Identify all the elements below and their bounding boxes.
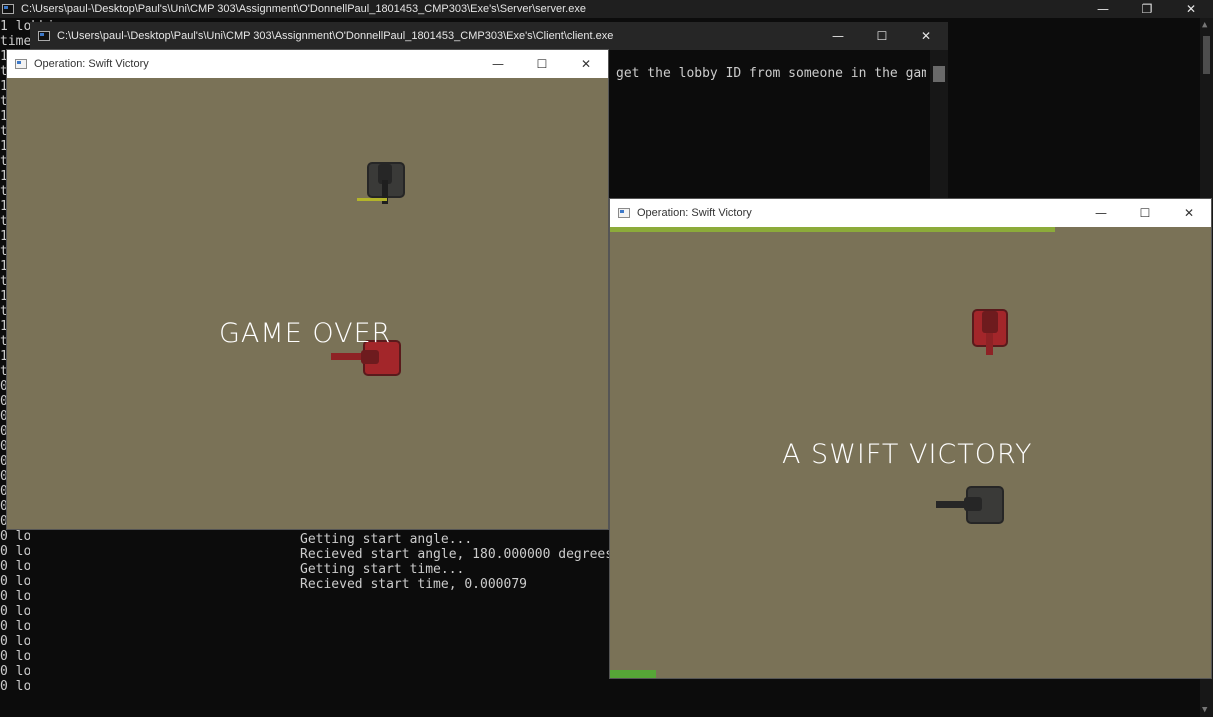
- game-right-window-title: Operation: Swift Victory: [637, 207, 752, 219]
- victory-text: A SWIFT VICTORY: [782, 439, 1033, 470]
- game-window-left: Operation: Swift Victory — ☐ ✕ GAME OVER: [7, 50, 608, 529]
- console-app-icon: [38, 31, 50, 41]
- enemy-tank: [970, 309, 1010, 357]
- console-line: Recieved start time, 0.000079: [300, 577, 527, 592]
- tank-turret: [982, 311, 998, 333]
- minimize-button[interactable]: —: [1081, 0, 1125, 18]
- game-left-window-title: Operation: Swift Victory: [34, 58, 149, 70]
- client-window-title: C:\Users\paul-\Desktop\Paul's\Uni\CMP 30…: [57, 30, 614, 42]
- scroll-up-arrow-icon[interactable]: ▲: [1202, 20, 1207, 30]
- maximize-button[interactable]: ☐: [860, 22, 904, 50]
- minimize-button[interactable]: —: [816, 22, 860, 50]
- close-button[interactable]: ✕: [1167, 199, 1211, 227]
- game-app-icon: [15, 59, 27, 69]
- close-button[interactable]: ✕: [904, 22, 948, 50]
- client-scrollbar[interactable]: [930, 50, 948, 200]
- console-line: Recieved start angle, 180.000000 degrees: [300, 547, 614, 562]
- game-window-right: Operation: Swift Victory — ☐ ✕ A SWIFT V…: [610, 199, 1211, 678]
- server-title-bar[interactable]: C:\Users\paul-\Desktop\Paul's\Uni\CMP 30…: [0, 0, 1213, 18]
- scroll-down-arrow-icon[interactable]: ▼: [1202, 705, 1207, 715]
- server-scrollbar-thumb[interactable]: [1203, 36, 1210, 74]
- minimize-button[interactable]: —: [1079, 199, 1123, 227]
- client-title-bar[interactable]: C:\Users\paul-\Desktop\Paul's\Uni\CMP 30…: [30, 22, 948, 50]
- game-over-text: GAME OVER: [219, 318, 392, 349]
- client-scrollbar-thumb[interactable]: [933, 66, 945, 82]
- maximize-button[interactable]: ☐: [1123, 199, 1167, 227]
- client-console-bottom: Getting start angle... Recieved start an…: [300, 532, 620, 592]
- maximize-button[interactable]: ☐: [520, 50, 564, 78]
- client-console-top: get the lobby ID from someone in the gam…: [616, 66, 926, 81]
- close-button[interactable]: ✕: [1169, 0, 1213, 18]
- game-right-title-bar[interactable]: Operation: Swift Victory — ☐ ✕: [610, 199, 1211, 227]
- tank-turret: [964, 497, 982, 511]
- game-app-icon: [618, 208, 630, 218]
- close-button[interactable]: ✕: [564, 50, 608, 78]
- health-bar-top: [610, 227, 1055, 232]
- minimize-button[interactable]: —: [476, 50, 520, 78]
- game-right-canvas[interactable]: A SWIFT VICTORY: [610, 227, 1211, 678]
- tank-cannon: [986, 333, 993, 355]
- console-app-icon: [2, 4, 14, 14]
- game-left-canvas[interactable]: GAME OVER: [7, 78, 608, 529]
- health-bar: [357, 198, 387, 201]
- tank-cannon: [936, 501, 966, 508]
- enemy-tank: [357, 160, 407, 204]
- restore-button[interactable]: ❐: [1125, 0, 1169, 18]
- tank-cannon: [331, 353, 365, 360]
- player-tank: [934, 486, 1006, 526]
- server-window-title: C:\Users\paul-\Desktop\Paul's\Uni\CMP 30…: [21, 3, 586, 15]
- console-line: Getting start angle...: [300, 532, 473, 547]
- ammo-bar-bottom: [610, 670, 656, 678]
- tank-turret: [361, 350, 379, 364]
- console-line: get the lobby ID from someone in the gam…: [616, 66, 926, 81]
- console-line: Getting start time...: [300, 562, 465, 577]
- game-left-title-bar[interactable]: Operation: Swift Victory — ☐ ✕: [7, 50, 608, 78]
